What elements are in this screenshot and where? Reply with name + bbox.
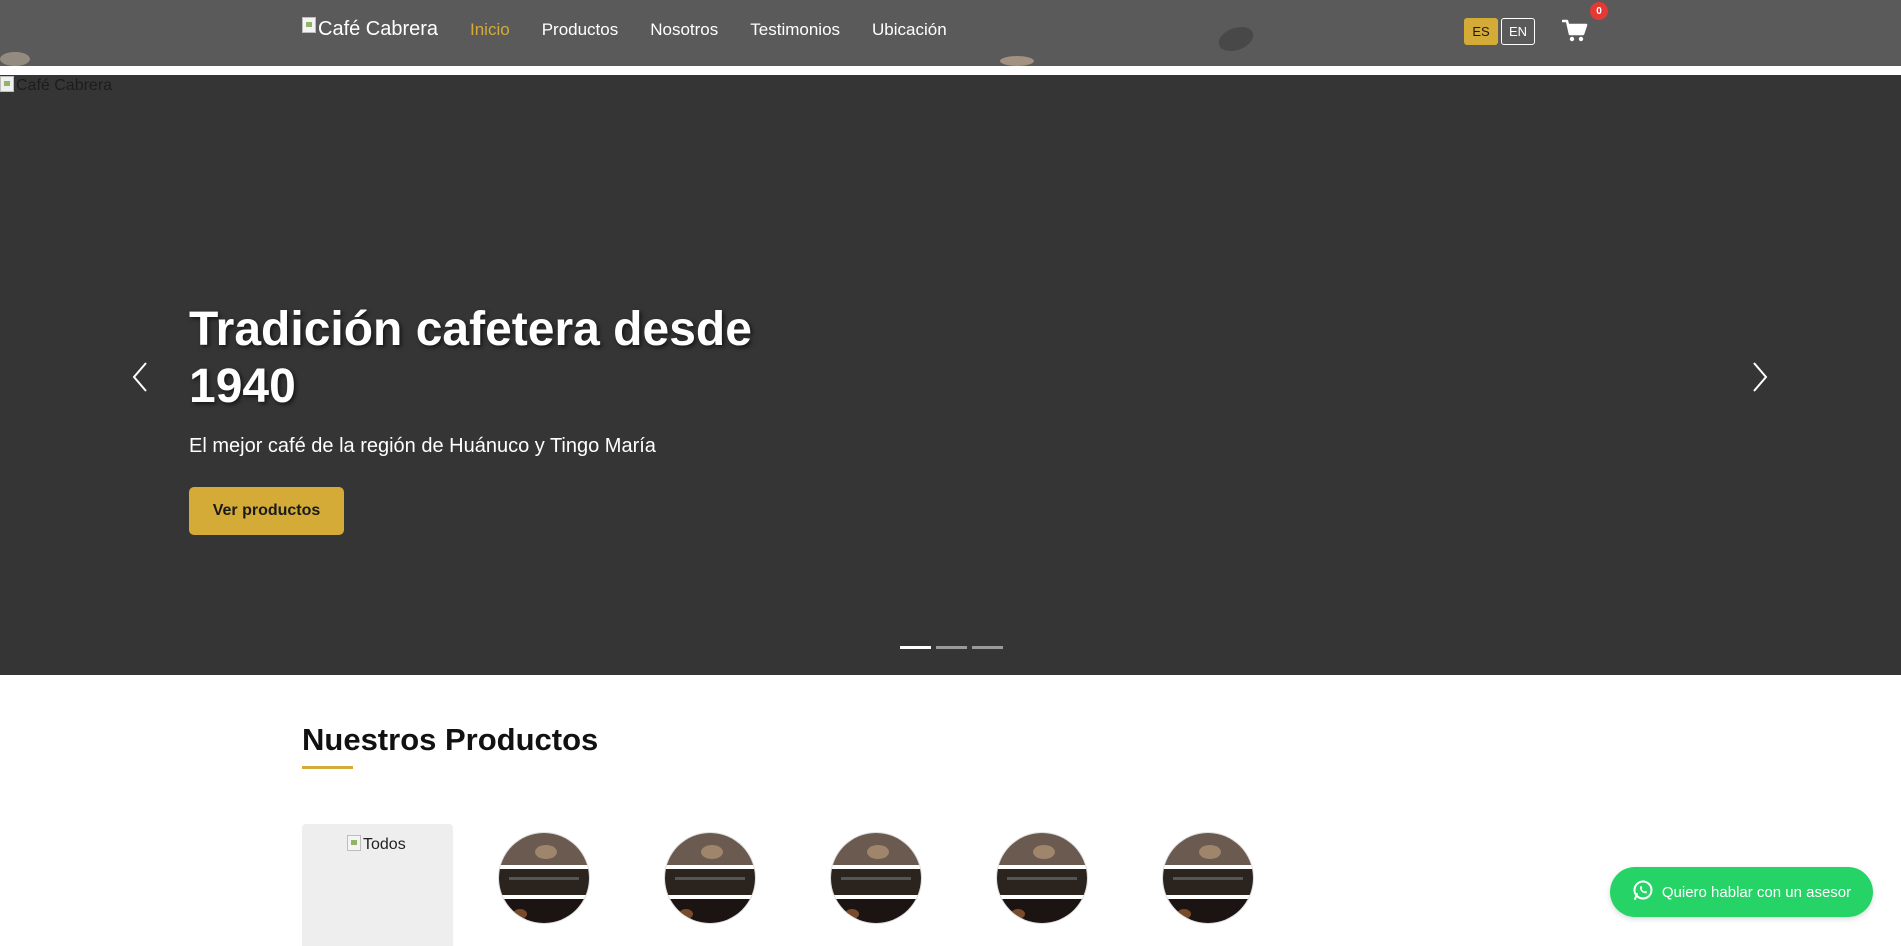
brand-logo-link[interactable]: Café Cabrera	[302, 17, 439, 41]
carousel-indicator[interactable]	[972, 646, 1003, 649]
hero-carousel: Café Cabrera Tradición cafetera desde 19…	[0, 75, 1901, 675]
category-image-alt: Todos	[363, 836, 406, 853]
hero-image-alt: Café Cabrera	[16, 77, 113, 94]
category-thumbnail	[664, 832, 756, 924]
cart-icon[interactable]	[1561, 18, 1588, 44]
chevron-right-icon[interactable]	[1748, 359, 1772, 395]
section-title: Nuestros Productos	[302, 722, 599, 757]
whatsapp-advisor-button[interactable]: Quiero hablar con un asesor	[1610, 867, 1873, 917]
broken-image-icon	[302, 17, 316, 33]
whatsapp-label: Quiero hablar con un asesor	[1661, 883, 1852, 901]
category-image: Todos	[347, 835, 406, 854]
lang-en-button[interactable]: EN	[1501, 18, 1535, 45]
carousel-indicator[interactable]	[900, 646, 931, 649]
category-card[interactable]	[634, 824, 785, 946]
carousel-indicator[interactable]	[936, 646, 967, 649]
decorative-bean	[0, 52, 30, 66]
hero-subtitle: El mejor café de la región de Huánuco y …	[189, 435, 656, 457]
category-thumbnail	[498, 832, 590, 924]
decorative-bean	[1215, 22, 1257, 56]
whatsapp-icon	[1632, 879, 1654, 905]
nav-link-nosotros[interactable]: Nosotros	[650, 20, 718, 40]
decorative-bean	[1000, 56, 1034, 66]
title-underline	[302, 766, 353, 769]
category-card[interactable]	[468, 824, 619, 946]
category-card[interactable]	[1132, 824, 1283, 946]
hero-image: Café Cabrera	[0, 76, 113, 95]
nav-link-testimonios[interactable]: Testimonios	[750, 20, 840, 40]
view-products-button[interactable]: Ver productos	[189, 487, 344, 535]
navbar: Café Cabrera Inicio Productos Nosotros T…	[0, 0, 1901, 66]
category-thumbnail	[996, 832, 1088, 924]
hero-title: Tradición cafetera desde 1940	[189, 303, 752, 413]
cart-count-badge: 0	[1590, 2, 1608, 20]
broken-image-icon	[0, 76, 14, 92]
carousel-indicators	[900, 646, 1003, 649]
main-nav: Inicio Productos Nosotros Testimonios Ub…	[470, 20, 947, 40]
chevron-left-icon[interactable]	[128, 359, 152, 395]
navbar-divider	[0, 66, 1901, 75]
category-card[interactable]	[966, 824, 1117, 946]
category-thumbnail	[830, 832, 922, 924]
category-thumbnail	[1162, 832, 1254, 924]
lang-es-button[interactable]: ES	[1464, 18, 1498, 45]
brand-logo-alt: Café Cabrera	[318, 18, 439, 40]
nav-link-productos[interactable]: Productos	[542, 20, 619, 40]
nav-link-ubicacion[interactable]: Ubicación	[872, 20, 947, 40]
broken-image-icon	[347, 835, 361, 851]
category-card-todos[interactable]: Todos	[302, 824, 453, 946]
nav-link-inicio[interactable]: Inicio	[470, 20, 510, 40]
category-card[interactable]	[800, 824, 951, 946]
